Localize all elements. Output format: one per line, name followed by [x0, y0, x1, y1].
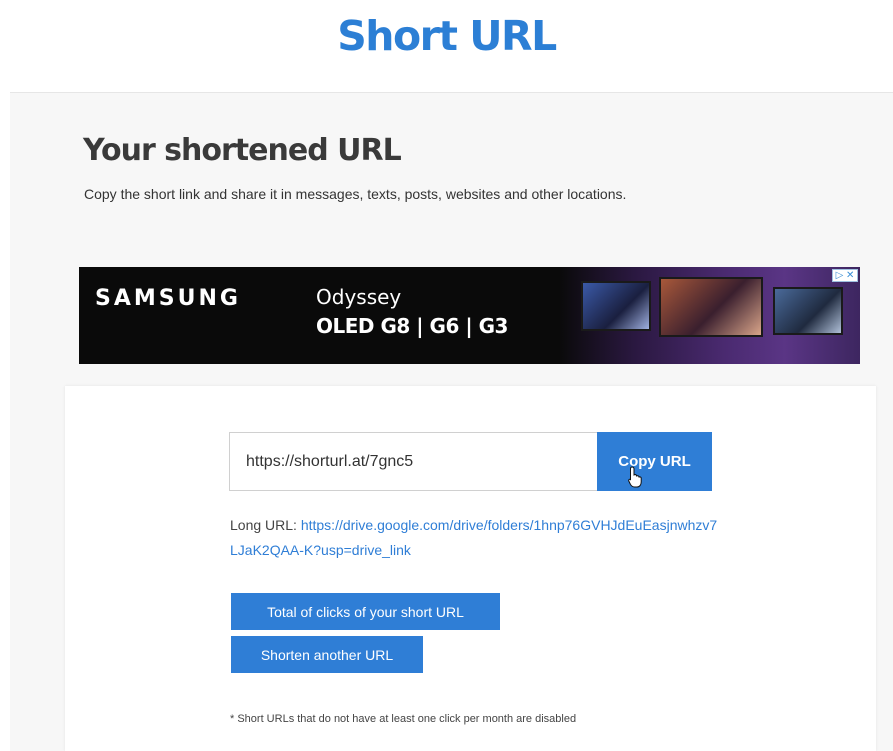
- ad-headline: Odyssey: [316, 285, 402, 309]
- short-url-input[interactable]: [229, 432, 598, 491]
- site-title[interactable]: Short URL: [0, 12, 893, 60]
- page-description: Copy the short link and share it in mess…: [84, 186, 627, 202]
- hand-cursor-icon: [628, 466, 642, 488]
- monitor-image: [581, 281, 651, 331]
- long-url-link[interactable]: https://drive.google.com/drive/folders/1…: [230, 517, 717, 558]
- ad-brand-logo: SAMSUNG: [95, 286, 241, 311]
- monitor-image: [773, 287, 843, 335]
- long-url-line: Long URL: https://drive.google.com/drive…: [230, 513, 720, 563]
- total-clicks-button[interactable]: Total of clicks of your short URL: [231, 593, 500, 630]
- long-url-label: Long URL:: [230, 517, 297, 533]
- copy-url-button[interactable]: Copy URL: [597, 432, 712, 491]
- monitor-image: [659, 277, 763, 337]
- ad-subheadline: OLED G8 | G6 | G3: [316, 314, 508, 338]
- ad-product-image: [559, 267, 860, 364]
- site-header: Short URL: [0, 0, 893, 92]
- advertisement-banner[interactable]: SAMSUNG Odyssey OLED G8 | G6 | G3 ▷ ✕: [79, 267, 860, 364]
- page-title: Your shortened URL: [83, 133, 402, 168]
- disabled-urls-note: * Short URLs that do not have at least o…: [230, 713, 577, 725]
- shorten-another-button[interactable]: Shorten another URL: [231, 636, 423, 673]
- ad-close-icon[interactable]: ▷ ✕: [832, 269, 858, 282]
